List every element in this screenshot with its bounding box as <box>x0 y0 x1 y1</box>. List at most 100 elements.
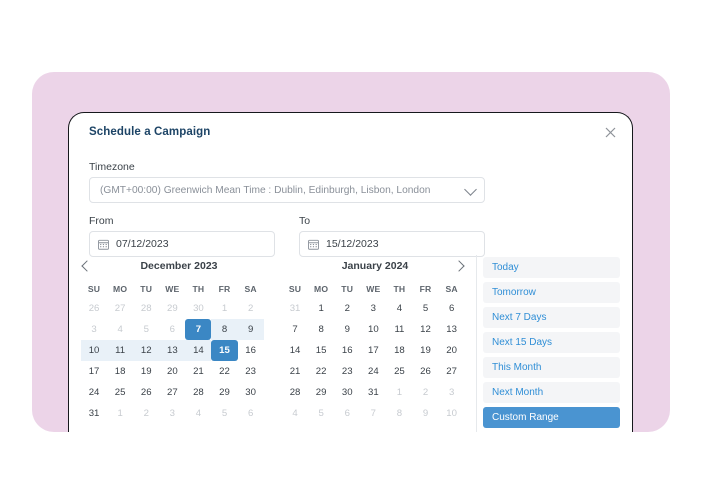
calendar-day[interactable]: 5 <box>412 298 438 319</box>
calendar-day[interactable]: 28 <box>185 382 211 403</box>
calendar-day[interactable]: 27 <box>159 382 185 403</box>
calendar-day[interactable]: 9 <box>412 403 438 424</box>
calendar-day[interactable]: 8 <box>211 319 238 340</box>
calendar-day[interactable]: 20 <box>439 340 465 361</box>
calendar-day[interactable]: 22 <box>308 361 334 382</box>
preset-today[interactable]: Today <box>483 257 620 278</box>
calendar-day[interactable]: 21 <box>282 361 308 382</box>
close-icon[interactable] <box>600 122 620 142</box>
calendar-day[interactable]: 5 <box>211 403 237 424</box>
calendar-day[interactable]: 29 <box>308 382 334 403</box>
from-date-input[interactable]: 07/12/2023 <box>89 231 275 257</box>
preset-next-month[interactable]: Next Month <box>483 382 620 403</box>
calendar-day[interactable]: 2 <box>334 298 360 319</box>
calendar-day[interactable]: 6 <box>439 298 465 319</box>
calendar-day[interactable]: 3 <box>360 298 386 319</box>
calendar-day[interactable]: 29 <box>159 298 185 319</box>
calendar-day[interactable]: 28 <box>282 382 308 403</box>
calendar-day[interactable]: 28 <box>133 298 159 319</box>
calendar-day[interactable]: 13 <box>439 319 465 340</box>
calendar-day[interactable]: 22 <box>211 361 237 382</box>
calendar-day[interactable]: 4 <box>107 319 133 340</box>
calendar-day[interactable]: 14 <box>282 340 308 361</box>
calendar-day-selected[interactable]: 15 <box>211 340 238 361</box>
calendar-day[interactable]: 30 <box>238 382 264 403</box>
calendar-day[interactable]: 2 <box>238 298 264 319</box>
calendar-day[interactable]: 26 <box>81 298 107 319</box>
calendar-day[interactable]: 16 <box>334 340 360 361</box>
calendar-day[interactable]: 19 <box>133 361 159 382</box>
calendar-day[interactable]: 20 <box>159 361 185 382</box>
calendar-day[interactable]: 23 <box>334 361 360 382</box>
calendar-day[interactable]: 24 <box>360 361 386 382</box>
calendar-day[interactable]: 19 <box>412 340 438 361</box>
calendar-day[interactable]: 11 <box>386 319 412 340</box>
calendar-day[interactable]: 16 <box>238 340 264 361</box>
calendar-day[interactable]: 8 <box>308 319 334 340</box>
calendar-day[interactable]: 26 <box>412 361 438 382</box>
calendar-day[interactable]: 5 <box>133 319 159 340</box>
calendar-day[interactable]: 7 <box>360 403 386 424</box>
calendar-day[interactable]: 30 <box>185 298 211 319</box>
calendar-day[interactable]: 5 <box>308 403 334 424</box>
timezone-select[interactable]: (GMT+00:00) Greenwich Mean Time : Dublin… <box>89 177 485 203</box>
preset-tomorrow[interactable]: Tomorrow <box>483 282 620 303</box>
calendar-day[interactable]: 8 <box>386 403 412 424</box>
calendar-day[interactable]: 6 <box>334 403 360 424</box>
calendar-day[interactable]: 17 <box>360 340 386 361</box>
preset-custom-range[interactable]: Custom Range <box>483 407 620 428</box>
calendar-day[interactable]: 24 <box>81 382 107 403</box>
calendar-day-selected[interactable]: 7 <box>185 319 212 340</box>
calendar-day[interactable]: 17 <box>81 361 107 382</box>
calendar-day[interactable]: 26 <box>133 382 159 403</box>
calendar-day[interactable]: 2 <box>412 382 438 403</box>
calendar-day[interactable]: 11 <box>107 340 134 361</box>
calendar-day[interactable]: 2 <box>133 403 159 424</box>
calendar-day[interactable]: 1 <box>386 382 412 403</box>
calendar-day[interactable]: 21 <box>185 361 211 382</box>
date-picker: December 2023 January 2024 SU MO TU WE TH FR S… <box>69 255 632 432</box>
calendar-month: SU MO TU WE TH FR SA 26 27 28 29 30 1 2 3 4 5 6 7 8 9 10 11 12 1… <box>81 279 264 424</box>
calendar-day[interactable]: 13 <box>159 340 186 361</box>
calendar-day[interactable]: 31 <box>81 403 107 424</box>
weekday-label: FR <box>419 283 432 294</box>
calendar-day[interactable]: 31 <box>360 382 386 403</box>
calendar-day[interactable]: 1 <box>308 298 334 319</box>
calendar-day[interactable]: 10 <box>360 319 386 340</box>
calendar-day[interactable]: 6 <box>238 403 264 424</box>
calendar-day[interactable]: 12 <box>133 340 160 361</box>
calendar-day[interactable]: 15 <box>308 340 334 361</box>
calendar-day[interactable]: 6 <box>159 319 185 340</box>
calendar-day[interactable]: 27 <box>107 298 133 319</box>
calendar-day[interactable]: 12 <box>412 319 438 340</box>
preset-next-7-days[interactable]: Next 7 Days <box>483 307 620 328</box>
calendar-day[interactable]: 10 <box>439 403 465 424</box>
calendar-day[interactable]: 29 <box>211 382 237 403</box>
chevron-right-icon[interactable] <box>453 258 469 274</box>
calendar-day[interactable]: 9 <box>334 319 360 340</box>
calendar-day[interactable]: 1 <box>107 403 133 424</box>
calendar-day[interactable]: 3 <box>81 319 107 340</box>
calendar-day[interactable]: 25 <box>386 361 412 382</box>
calendar-day[interactable]: 18 <box>107 361 133 382</box>
calendar-day[interactable]: 7 <box>282 319 308 340</box>
calendar-day[interactable]: 4 <box>282 403 308 424</box>
chevron-left-icon[interactable] <box>79 258 95 274</box>
to-date-input[interactable]: 15/12/2023 <box>299 231 485 257</box>
calendar-day[interactable]: 30 <box>334 382 360 403</box>
calendar-day[interactable]: 18 <box>386 340 412 361</box>
calendar-day[interactable]: 14 <box>185 340 212 361</box>
calendar-day[interactable]: 23 <box>238 361 264 382</box>
preset-next-15-days[interactable]: Next 15 Days <box>483 332 620 353</box>
calendar-day[interactable]: 3 <box>439 382 465 403</box>
calendar-day[interactable]: 4 <box>386 298 412 319</box>
preset-this-month[interactable]: This Month <box>483 357 620 378</box>
calendar-day[interactable]: 31 <box>282 298 308 319</box>
calendar-day[interactable]: 25 <box>107 382 133 403</box>
calendar-day[interactable]: 9 <box>237 319 264 340</box>
calendar-day[interactable]: 4 <box>185 403 211 424</box>
calendar-day[interactable]: 3 <box>159 403 185 424</box>
calendar-day[interactable]: 27 <box>439 361 465 382</box>
calendar-day[interactable]: 1 <box>211 298 237 319</box>
calendar-day[interactable]: 10 <box>81 340 108 361</box>
